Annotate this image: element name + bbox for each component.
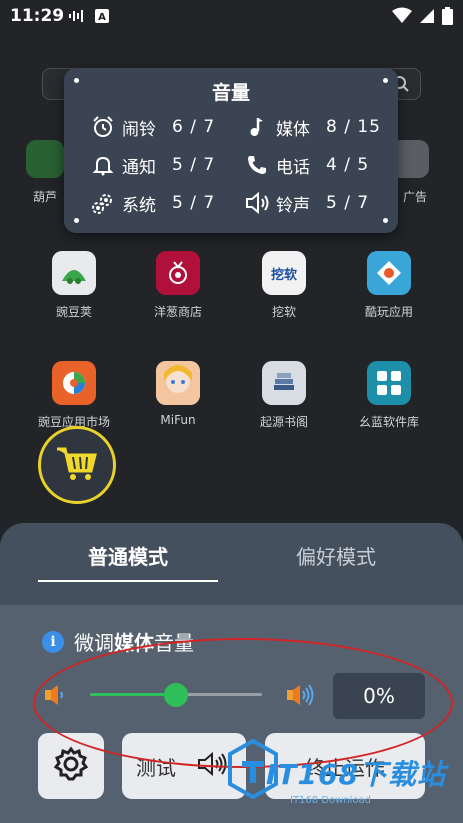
yaolan-icon — [367, 361, 411, 405]
alarm-clock-icon — [90, 114, 116, 140]
wandoujia-icon — [52, 251, 96, 295]
volume-slider[interactable] — [90, 683, 262, 707]
volume-title: 音量 — [211, 82, 250, 104]
corner-dot — [383, 218, 388, 223]
volume-value: 4 / 5 — [326, 155, 370, 175]
app-yaolan[interactable]: 幺蓝软件库 — [339, 361, 439, 430]
music-note-icon — [244, 114, 270, 140]
fine-tune-text: 微调媒体音量 — [74, 627, 194, 656]
audio-wave-icon — [68, 7, 86, 29]
sheet-body: i 微调媒体音量 0% 测试 终止运作 — [0, 605, 463, 823]
waruan-icon: 挖软 — [262, 251, 306, 295]
phone-icon — [244, 152, 270, 178]
app-wandoujia[interactable]: 豌豆荚 — [24, 251, 124, 320]
bell-icon — [90, 152, 116, 178]
active-tab-indicator — [38, 580, 218, 582]
tab-normal-mode[interactable]: 普通模式 — [38, 541, 218, 570]
volume-item-phone: 电话 4 / 5 — [244, 152, 369, 178]
shopping-basket-icon — [55, 443, 99, 487]
volume-down-icon[interactable] — [42, 681, 70, 713]
gears-icon — [90, 190, 116, 216]
volume-item-alarm: 闹铃 6 / 7 — [90, 114, 215, 140]
volume-label: 电话 — [276, 157, 310, 178]
fine-tune-prefix: 微调 — [74, 631, 114, 655]
volume-label: 系统 — [122, 195, 156, 216]
waruan-logo-text: 挖软 — [270, 267, 297, 283]
app-onion-store[interactable]: 洋葱商店 — [128, 251, 228, 320]
app-mifun[interactable]: MiFun — [128, 361, 228, 427]
volume-value: 5 / 7 — [172, 193, 216, 213]
volume-item-media: 媒体 8 / 15 — [244, 114, 381, 140]
speaker-icon — [196, 750, 230, 783]
gear-icon — [52, 745, 90, 787]
wandou-market-icon — [52, 361, 96, 405]
app-waruan[interactable]: 挖软 挖软 — [234, 251, 334, 320]
volume-value: 8 / 15 — [326, 117, 381, 137]
volume-up-icon[interactable] — [284, 679, 320, 715]
fine-tune-heading: i 微调媒体音量 — [42, 627, 194, 656]
a-letter-icon: A — [94, 7, 110, 29]
test-label: 测试 — [136, 755, 176, 780]
onion-store-icon — [156, 251, 200, 295]
signal-icon — [418, 7, 436, 29]
volume-percent-display: 0% — [333, 673, 425, 719]
corner-dot — [74, 218, 79, 223]
app-label: 起源书阁 — [259, 415, 308, 429]
floating-basket-button[interactable] — [38, 426, 116, 504]
fine-tune-suffix: 音量 — [154, 631, 194, 655]
app-label: MiFun — [160, 413, 196, 427]
mode-sheet: 普通模式 偏好模式 i 微调媒体音量 0% 测试 终止运作 — [0, 523, 463, 823]
speaker-icon — [244, 190, 270, 216]
hulu-icon — [26, 140, 64, 178]
status-time: 11:29 — [10, 6, 65, 26]
battery-icon — [442, 7, 453, 29]
fine-tune-target[interactable]: 媒体 — [114, 631, 154, 655]
app-origin-books[interactable]: 起源书阁 — [234, 361, 334, 430]
volume-value: 5 / 7 — [172, 155, 216, 175]
volume-label: 闹铃 — [122, 119, 156, 140]
slider-thumb[interactable] — [164, 683, 188, 707]
stop-button[interactable]: 终止运作 — [265, 733, 425, 799]
test-button[interactable]: 测试 — [122, 733, 246, 799]
info-icon[interactable]: i — [42, 630, 64, 653]
app-label: 挖软 — [271, 305, 296, 319]
volume-value: 6 / 7 — [172, 117, 216, 137]
volume-item-notification: 通知 5 / 7 — [90, 152, 215, 178]
app-kuwan[interactable]: 酷玩应用 — [339, 251, 439, 320]
volume-label: 媒体 — [276, 119, 310, 140]
app-wandou-market[interactable]: 豌豆应用市场 — [24, 361, 124, 430]
svg-text:A: A — [98, 12, 106, 23]
settings-button[interactable] — [38, 733, 104, 799]
volume-label: 铃声 — [276, 195, 310, 216]
wifi-icon — [392, 7, 412, 29]
volume-label: 通知 — [122, 157, 156, 178]
status-bar: 11:29 A — [0, 0, 463, 34]
app-label: 幺蓝软件库 — [358, 415, 419, 429]
volume-item-ringtone: 铃声 5 / 7 — [244, 190, 369, 216]
volume-panel: 音量 闹铃 6 / 7 媒体 8 / 15 通知 5 / 7 电话 4 / 5 … — [64, 68, 398, 233]
app-label: 豌豆荚 — [55, 305, 92, 319]
tab-preference-mode[interactable]: 偏好模式 — [246, 541, 426, 570]
mifun-icon — [156, 361, 200, 405]
kuwan-icon — [367, 251, 411, 295]
volume-value: 5 / 7 — [326, 193, 370, 213]
volume-item-system: 系统 5 / 7 — [90, 190, 215, 216]
book-icon — [262, 361, 306, 405]
app-label: 洋葱商店 — [153, 305, 202, 319]
app-label: 酷玩应用 — [364, 305, 413, 319]
